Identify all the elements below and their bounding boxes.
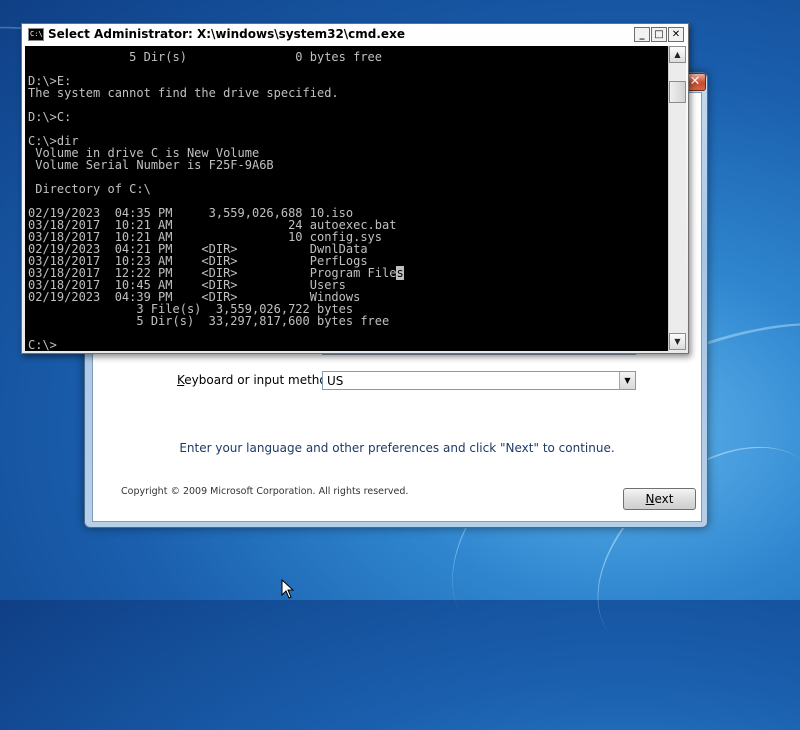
setup-hint: Enter your language and other preference… [179,441,615,455]
close-button[interactable]: ✕ [668,27,684,42]
keyboard-label: Keyboard or input method: [177,373,339,387]
triangle-up-icon[interactable]: ▲ [669,46,686,63]
console-line: 5 Dir(s) 33,297,817,600 bytes free [28,314,390,328]
console-line: The system cannot find the drive specifi… [28,86,339,100]
console-line: 5 Dir(s) 0 bytes free [28,50,383,64]
minimize-button[interactable]: _ [634,27,650,42]
cmd-title: Select Administrator: X:\windows\system3… [48,27,405,41]
console-line: Volume Serial Number is F25F-9A6B [28,158,274,172]
keyboard-select-value: US [327,374,344,388]
keyboard-select[interactable]: US ▼ [322,371,636,390]
copyright-text: Copyright © 2009 Microsoft Corporation. … [121,486,409,497]
chevron-down-icon[interactable]: ▼ [619,372,635,389]
cmd-window[interactable]: C:\ Select Administrator: X:\windows\sys… [21,23,689,354]
mouse-pointer-icon [281,579,295,599]
console-line: Directory of C:\ [28,182,151,196]
cmd-icon: C:\ [28,28,44,41]
scrollbar-thumb[interactable] [669,81,686,103]
console-line: D:\>C: [28,110,72,124]
text-caret: s [396,266,404,280]
maximize-button[interactable]: □ [651,27,667,42]
console-output[interactable]: 5 Dir(s) 0 bytes free D:\>E: The system ca… [25,46,668,351]
cmd-title-bar[interactable]: C:\ Select Administrator: X:\windows\sys… [22,24,688,46]
vertical-scrollbar[interactable]: ▲ ▼ [668,46,686,351]
console-line: C:\> [28,338,57,351]
triangle-down-icon[interactable]: ▼ [669,333,686,350]
next-button[interactable]: Next [623,488,696,510]
